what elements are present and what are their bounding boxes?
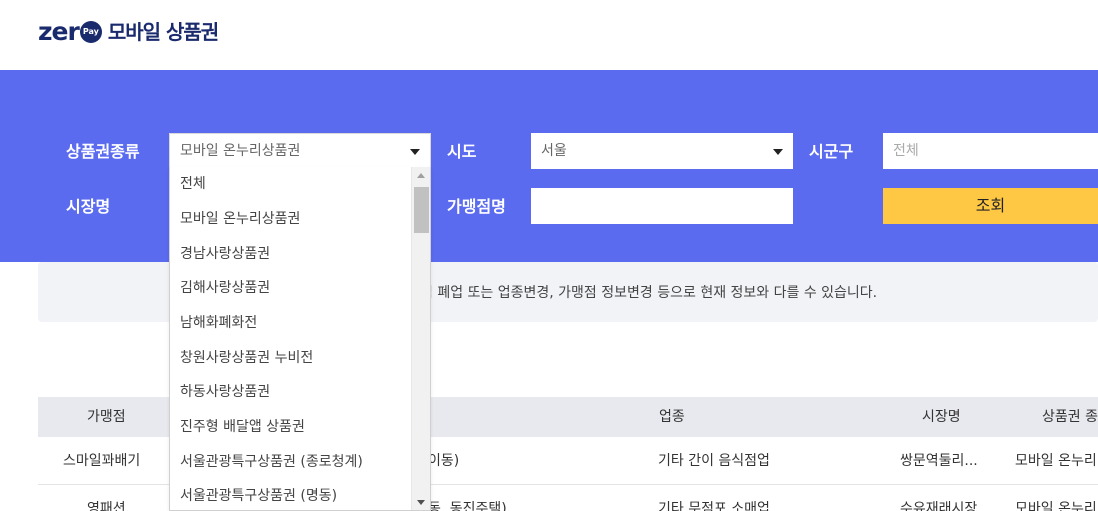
sido-select[interactable]: 서울 bbox=[531, 133, 793, 169]
voucher-cell: 모바일 온누리 bbox=[1015, 453, 1097, 469]
chevron-down-icon bbox=[773, 149, 783, 155]
dropdown-option[interactable]: 서울관광특구상품권 (종로청계) bbox=[180, 452, 363, 472]
site-header: zer Pay 모바일 상품권 bbox=[0, 0, 1098, 70]
zeropay-logo[interactable]: zer Pay 모바일 상품권 bbox=[38, 17, 219, 46]
dropdown-option[interactable]: 전체 bbox=[180, 174, 206, 194]
market-label: 시장명 bbox=[66, 197, 111, 216]
market-cell: 쌍문역둘리... bbox=[900, 453, 978, 469]
merchant-label: 가맹점명 bbox=[447, 197, 506, 216]
dropdown-option[interactable]: 남해화폐화전 bbox=[180, 313, 257, 333]
sigungu-select[interactable]: 전체 bbox=[883, 133, 1098, 169]
market-cell: 수유재래시장 bbox=[900, 501, 978, 511]
logo-word: zer bbox=[38, 17, 80, 46]
merchant-cell: 영패션 bbox=[87, 501, 126, 511]
column-header-merchant[interactable]: 가맹점 bbox=[87, 397, 126, 437]
dropdown-option[interactable]: 진주형 배달앱 상품권 bbox=[180, 417, 305, 437]
address-cell: 동, 동진주택) bbox=[428, 501, 507, 511]
category-cell: 기타 간이 음식점업 bbox=[658, 453, 770, 469]
logo-pay-badge: Pay bbox=[79, 21, 102, 43]
dropdown-option[interactable]: 김해사랑상품권 bbox=[180, 278, 270, 298]
merchant-cell: 스마일꽈배기 bbox=[63, 453, 141, 469]
dropdown-option[interactable]: 경남사랑상품권 bbox=[180, 244, 270, 264]
column-header-voucher[interactable]: 상품권 종 bbox=[1042, 397, 1098, 437]
scroll-up-arrow-icon[interactable] bbox=[417, 173, 425, 178]
search-button[interactable]: 조회 bbox=[883, 188, 1098, 224]
dropdown-option[interactable]: 서울관광특구상품권 (명동) bbox=[180, 486, 337, 506]
voucher-type-label: 상품권종류 bbox=[66, 142, 140, 161]
notice-text: 점 폐업 또는 업종변경, 가맹점 정보변경 등으로 현재 정보와 다를 수 있… bbox=[420, 285, 878, 301]
voucher-type-dropdown-list: 전체 모바일 온누리상품권 경남사랑상품권 김해사랑상품권 남해화폐화전 창원사… bbox=[169, 167, 431, 511]
column-header-category[interactable]: 업종 bbox=[659, 397, 685, 437]
sigungu-placeholder: 전체 bbox=[893, 143, 919, 159]
address-cell: 이동) bbox=[428, 453, 460, 469]
sigungu-label: 시군구 bbox=[809, 142, 854, 161]
dropdown-scrollbar[interactable] bbox=[411, 167, 430, 510]
column-header-market[interactable]: 시장명 bbox=[922, 397, 961, 437]
category-cell: 기타 무점포 소매업 bbox=[658, 501, 770, 511]
dropdown-option[interactable]: 모바일 온누리상품권 bbox=[180, 209, 300, 229]
voucher-cell: 모바일 온누리 bbox=[1015, 501, 1097, 511]
chevron-down-icon bbox=[410, 149, 420, 155]
scrollbar-thumb[interactable] bbox=[414, 187, 429, 233]
voucher-type-select[interactable]: 모바일 온누리상품권 bbox=[169, 133, 431, 169]
scroll-down-arrow-icon[interactable] bbox=[417, 500, 425, 505]
site-title: 모바일 상품권 bbox=[107, 20, 219, 44]
voucher-type-value: 모바일 온누리상품권 bbox=[180, 143, 301, 159]
dropdown-option[interactable]: 하동사랑상품권 bbox=[180, 382, 270, 402]
sido-label: 시도 bbox=[447, 142, 477, 161]
merchant-input[interactable] bbox=[531, 188, 793, 224]
sido-value: 서울 bbox=[541, 143, 567, 159]
dropdown-option[interactable]: 창원사랑상품권 누비전 bbox=[180, 348, 313, 368]
